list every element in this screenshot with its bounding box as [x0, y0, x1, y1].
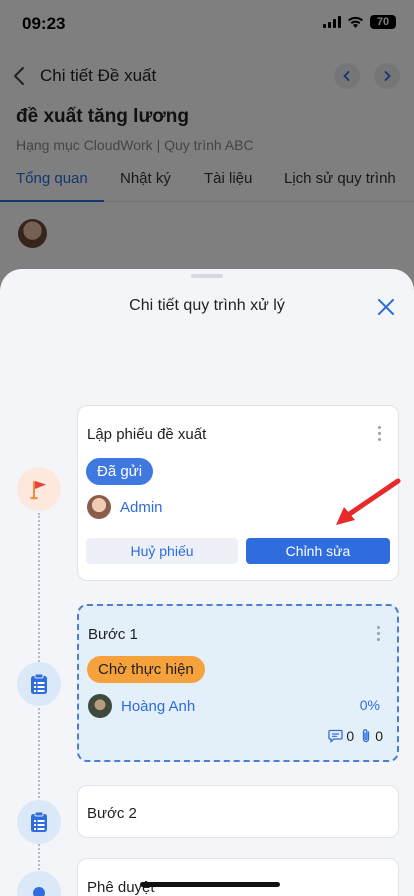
assignee: Admin	[87, 495, 163, 519]
assignee-name[interactable]: Hoàng Anh	[121, 698, 195, 715]
flag-icon	[17, 467, 61, 511]
step-title: Bước 2	[87, 805, 137, 822]
step-card-step-1[interactable]: Bước 1 Chờ thực hiện Hoàng Anh 0% 0 0	[77, 604, 399, 762]
assignee-name[interactable]: Admin	[120, 499, 163, 516]
sheet-title: Chi tiết quy trình xử lý	[129, 297, 285, 314]
status-badge: Đã gửi	[86, 458, 154, 485]
sheet-grabber[interactable]	[191, 274, 223, 278]
avatar	[88, 694, 112, 718]
edit-button[interactable]: Chỉnh sửa	[246, 538, 390, 564]
step-title: Lập phiếu đề xuất	[87, 426, 207, 443]
attachment-count[interactable]: 0	[360, 728, 383, 744]
step-card-create-request[interactable]: Lập phiếu đề xuất Đã gửi Admin Huỷ phiếu…	[77, 405, 399, 581]
process-detail-sheet: Chi tiết quy trình xử lý Lập phiếu đề xu…	[0, 269, 414, 896]
step-title: Bước 1	[88, 626, 138, 643]
attachment-count-value: 0	[375, 728, 383, 744]
close-icon[interactable]	[376, 297, 396, 317]
avatar	[87, 495, 111, 519]
more-options-icon[interactable]	[371, 626, 385, 642]
step-card-approval[interactable]: Phê duyệt	[77, 858, 399, 896]
paperclip-icon	[363, 729, 370, 743]
home-indicator[interactable]	[140, 882, 280, 887]
progress-value: 0%	[359, 697, 380, 713]
step-meta: 0 0	[328, 728, 383, 744]
approval-icon	[17, 871, 61, 896]
cancel-request-button[interactable]: Huỷ phiếu	[86, 538, 238, 564]
clipboard-icon	[17, 662, 61, 706]
assignee: Hoàng Anh	[88, 694, 195, 718]
comment-count-value: 0	[346, 728, 355, 744]
more-options-icon[interactable]	[372, 426, 386, 442]
comment-icon	[328, 729, 344, 743]
clipboard-icon	[17, 800, 61, 844]
status-badge: Chờ thực hiện	[87, 656, 205, 683]
step-card-step-2[interactable]: Bước 2	[77, 785, 399, 838]
comment-count[interactable]: 0	[328, 728, 354, 744]
